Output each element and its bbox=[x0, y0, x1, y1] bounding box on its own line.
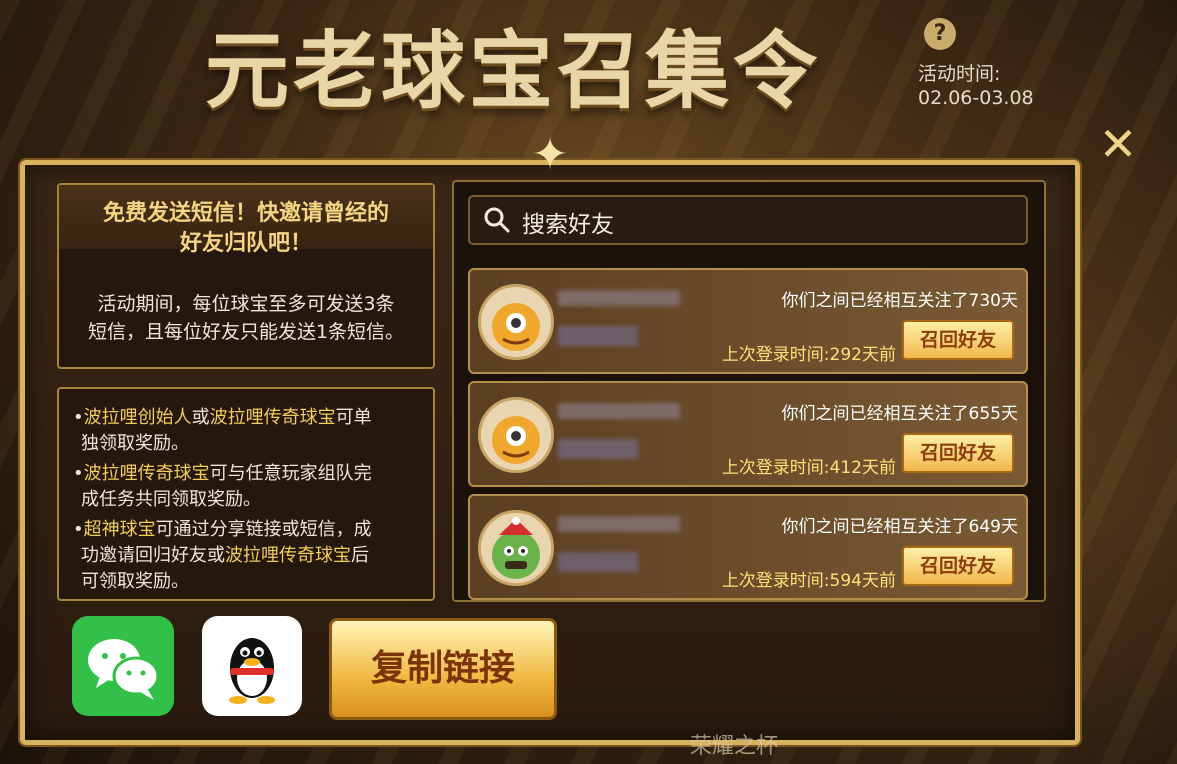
wechat-icon[interactable] bbox=[72, 616, 174, 716]
green-monster-icon bbox=[492, 517, 540, 579]
rule-highlight: 波拉哩传奇球宝 bbox=[225, 545, 351, 566]
rule-highlight: 超神球宝 bbox=[83, 519, 156, 540]
bullet: • bbox=[73, 519, 84, 540]
wechat-bubbles-icon bbox=[88, 639, 160, 700]
last-login: 上次登录时间:594天前 bbox=[721, 571, 896, 591]
avatar bbox=[478, 510, 554, 586]
avatar bbox=[478, 284, 554, 360]
headline-line2: 好友归队吧！ bbox=[179, 231, 312, 256]
yellow-monster-icon bbox=[492, 416, 540, 464]
desc-line1: 活动期间，每位球宝至多可发送3条 bbox=[97, 293, 395, 315]
bullet: • bbox=[73, 463, 84, 484]
qq-penguin-icon bbox=[229, 638, 275, 704]
blurred-name bbox=[558, 290, 680, 306]
follow-days: 你们之间已经相互关注了730天 bbox=[781, 291, 1018, 311]
bullet: • bbox=[73, 407, 84, 428]
blurred-id bbox=[558, 552, 638, 572]
rule-2-line2: 成任务共同领取奖励。 bbox=[81, 489, 261, 510]
desc-line2: 短信，且每位好友只能发送1条短信。 bbox=[87, 321, 405, 343]
rule-highlight: 波拉哩创始人 bbox=[83, 407, 192, 428]
blurred-id bbox=[558, 439, 638, 459]
activity-time-range: 02.06-03.08 bbox=[918, 87, 1034, 109]
avatar bbox=[478, 397, 554, 473]
recall-friend-button[interactable]: 召回好友 bbox=[902, 433, 1014, 473]
friend-card: 你们之间已经相互关注了655天 上次登录时间:412天前 召回好友 bbox=[468, 381, 1028, 487]
page-title: 元老球宝召集令 bbox=[205, 21, 822, 120]
friend-card: 你们之间已经相互关注了730天 上次登录时间:292天前 召回好友 bbox=[468, 268, 1028, 374]
background-text: 荣耀之杯 bbox=[690, 734, 779, 759]
rule-text: 或 bbox=[191, 407, 210, 428]
activity-time-label: 活动时间: bbox=[918, 63, 1001, 85]
rule-1-line2: 独领取奖励。 bbox=[81, 433, 189, 454]
rule-3: •超神球宝可通过分享链接或短信，成 bbox=[73, 515, 419, 541]
friend-card: 你们之间已经相互关注了649天 上次登录时间:594天前 召回好友 bbox=[468, 494, 1028, 600]
search-icon bbox=[484, 207, 510, 233]
search-placeholder: 搜索好友 bbox=[522, 212, 614, 238]
recall-friend-button[interactable]: 召回好友 bbox=[902, 546, 1014, 586]
activity-time: 活动时间: 02.06-03.08 bbox=[918, 62, 1042, 118]
copy-link-button[interactable]: 复制链接 bbox=[329, 618, 557, 720]
rule-text: 后 bbox=[351, 545, 369, 566]
qq-icon[interactable] bbox=[202, 616, 302, 716]
rule-3-line2: 功邀请回归好友或波拉哩传奇球宝后 bbox=[81, 541, 427, 567]
rule-text: 可通过分享链接或短信，成 bbox=[155, 519, 372, 540]
close-icon[interactable]: ✕ bbox=[1098, 121, 1138, 167]
blurred-name bbox=[558, 516, 680, 532]
rule-1: •波拉哩创始人或波拉哩传奇球宝可单 bbox=[73, 403, 419, 429]
rules-panel: •波拉哩创始人或波拉哩传奇球宝可单 独领取奖励。 •波拉哩传奇球宝可与任意玩家组… bbox=[57, 387, 435, 601]
rule-highlight: 波拉哩传奇球宝 bbox=[83, 463, 210, 484]
rule-highlight: 波拉哩传奇球宝 bbox=[209, 407, 336, 428]
rule-text: 可单 bbox=[335, 407, 372, 428]
headline-line1: 免费发送短信！快邀请曾经的 bbox=[102, 201, 389, 226]
search-input[interactable]: 搜索好友 bbox=[468, 195, 1028, 245]
rule-3-line3: 可领取奖励。 bbox=[81, 571, 189, 592]
last-login: 上次登录时间:412天前 bbox=[721, 458, 896, 478]
rule-2: •波拉哩传奇球宝可与任意玩家组队完 bbox=[73, 459, 419, 485]
star-ornament-icon: ✦ bbox=[531, 129, 569, 180]
rule-text: 功邀请回归好友或 bbox=[81, 545, 225, 566]
follow-days: 你们之间已经相互关注了655天 bbox=[781, 404, 1018, 424]
recall-friend-button[interactable]: 召回好友 bbox=[902, 320, 1014, 360]
info-panel: 免费发送短信！快邀请曾经的 好友归队吧！ 活动期间，每位球宝至多可发送3条 短信… bbox=[57, 183, 435, 369]
last-login: 上次登录时间:292天前 bbox=[721, 345, 896, 365]
blurred-name bbox=[558, 403, 680, 419]
blurred-id bbox=[558, 326, 638, 346]
follow-days: 你们之间已经相互关注了649天 bbox=[781, 517, 1018, 537]
rule-text: 可与任意玩家组队完 bbox=[209, 463, 372, 484]
yellow-monster-icon bbox=[492, 303, 540, 351]
question-icon[interactable]: ? bbox=[924, 18, 956, 50]
